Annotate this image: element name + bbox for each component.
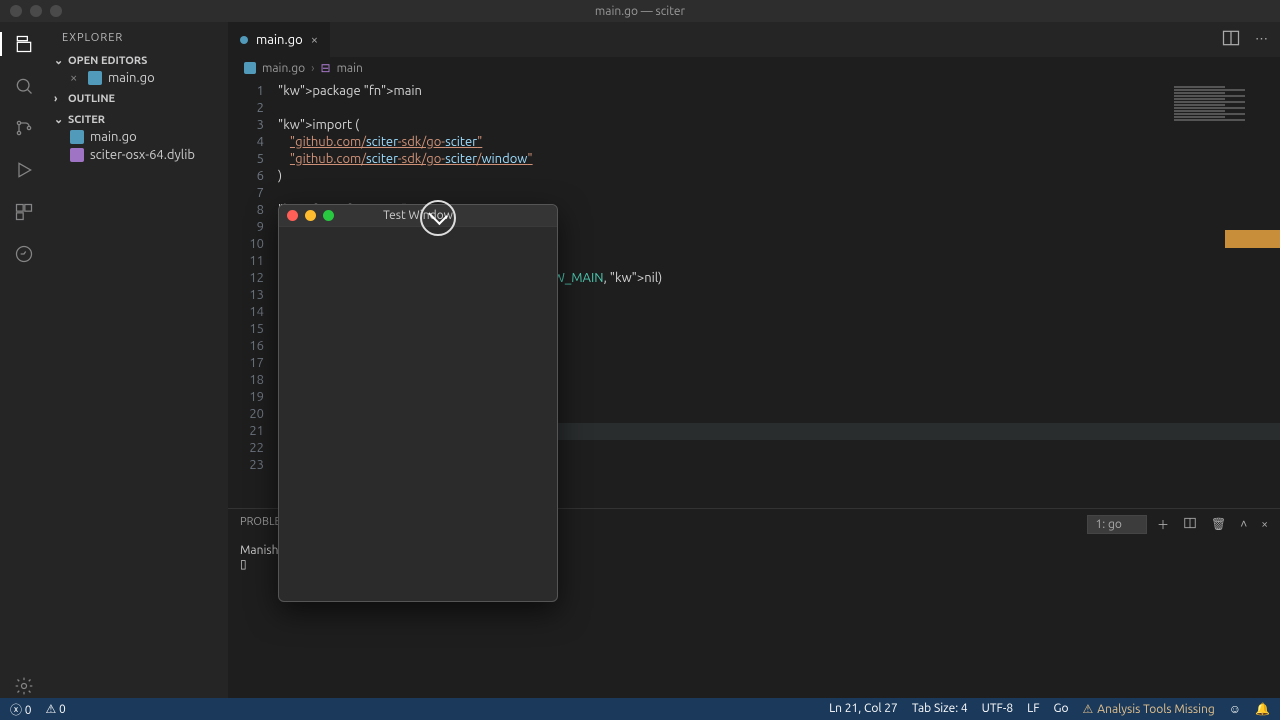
sciter-app-window[interactable]: Test Window — [278, 204, 558, 602]
window-zoom-icon[interactable] — [323, 210, 334, 221]
window-title: main.go — sciter — [595, 5, 685, 18]
symbol-icon: ⊟ — [321, 61, 331, 75]
file-modified-icon — [240, 36, 248, 44]
sidebar: EXPLORER ⌄OPEN EDITORS ×main.go ›OUTLINE… — [48, 22, 228, 698]
go-file-icon — [88, 71, 102, 85]
more-actions-icon[interactable]: ⋯ — [1255, 32, 1268, 47]
terminal-select[interactable]: 1: go — [1087, 515, 1147, 534]
go-file-icon — [244, 62, 256, 74]
split-editor-icon[interactable] — [1221, 28, 1241, 51]
status-encoding[interactable]: UTF-8 — [982, 702, 1013, 716]
close-icon[interactable]: × — [70, 71, 82, 85]
extensions-icon[interactable] — [12, 200, 36, 224]
activity-bar — [0, 22, 48, 698]
macos-close-dot[interactable] — [10, 5, 22, 17]
explorer-icon[interactable] — [12, 32, 36, 56]
debug-icon[interactable] — [12, 158, 36, 182]
status-analysis-missing[interactable]: ⚠ Analysis Tools Missing — [1083, 702, 1215, 716]
panel-maximize-icon[interactable]: ˄ — [1240, 517, 1247, 531]
sidebar-title: EXPLORER — [48, 22, 228, 50]
macos-max-dot[interactable] — [50, 5, 62, 17]
search-icon[interactable] — [12, 74, 36, 98]
tab-close-icon[interactable]: × — [311, 33, 318, 47]
file-tree-item[interactable]: main.go — [48, 128, 228, 146]
section-workspace[interactable]: ⌄SCITER — [48, 111, 228, 128]
status-errors[interactable]: ⓧ 0 — [10, 701, 32, 718]
sciter-window-title: Test Window — [383, 209, 453, 222]
status-tab-size[interactable]: Tab Size: 4 — [912, 702, 968, 716]
status-bar: ⓧ 0 ⚠ 0 Ln 21, Col 27 Tab Size: 4 UTF-8 … — [0, 698, 1280, 720]
macos-titlebar: main.go — sciter — [0, 0, 1280, 22]
split-terminal-icon[interactable] — [1183, 516, 1197, 533]
section-open-editors[interactable]: ⌄OPEN EDITORS — [48, 52, 228, 69]
open-editor-item[interactable]: ×main.go — [48, 69, 228, 87]
status-eol[interactable]: LF — [1027, 702, 1039, 716]
kill-terminal-icon[interactable]: 🗑 — [1211, 517, 1226, 531]
status-language[interactable]: Go — [1054, 702, 1069, 716]
sciter-titlebar[interactable]: Test Window — [279, 205, 557, 227]
breadcrumb[interactable]: main.go › ⊟ main — [228, 57, 1280, 79]
new-terminal-icon[interactable]: ＋ — [1157, 516, 1169, 533]
minimap[interactable] — [1170, 79, 1280, 279]
section-outline[interactable]: ›OUTLINE — [48, 91, 228, 107]
tab-main-go[interactable]: main.go × — [228, 22, 331, 57]
settings-gear-icon[interactable] — [12, 674, 36, 698]
window-minimize-icon[interactable] — [305, 210, 316, 221]
go-file-icon — [70, 130, 84, 144]
chevron-right-icon: › — [311, 62, 314, 75]
panel-close-icon[interactable]: × — [1261, 518, 1268, 531]
window-close-icon[interactable] — [287, 210, 298, 221]
dylib-file-icon — [70, 148, 84, 162]
file-tree-item[interactable]: sciter-osx-64.dylib — [48, 146, 228, 164]
source-control-icon[interactable] — [12, 116, 36, 140]
status-ln-col[interactable]: Ln 21, Col 27 — [829, 702, 898, 716]
editor-tabs: main.go × ⋯ — [228, 22, 1280, 57]
go-icon[interactable] — [12, 242, 36, 266]
status-feedback-icon[interactable]: ☺ — [1229, 702, 1241, 716]
status-warnings[interactable]: ⚠ 0 — [46, 702, 66, 716]
status-bell-icon[interactable]: 🔔 — [1255, 702, 1270, 716]
minimap-scrubber[interactable] — [1225, 230, 1280, 248]
macos-min-dot[interactable] — [30, 5, 42, 17]
